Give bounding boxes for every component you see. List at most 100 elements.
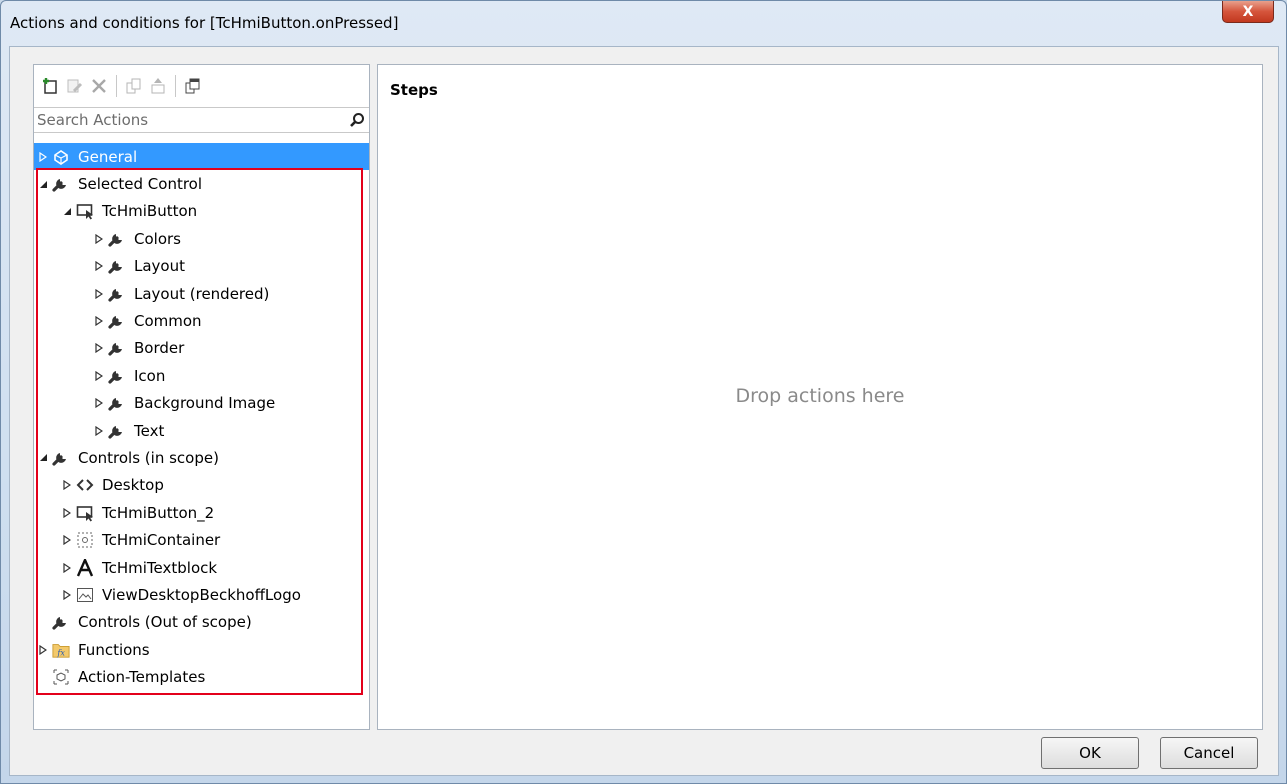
tree-node-label: General xyxy=(78,147,138,166)
tree-node[interactable]: Icon xyxy=(34,362,369,389)
tree-node-label: Desktop xyxy=(102,476,164,495)
tree-node[interactable]: Selected Control xyxy=(34,170,369,197)
collapse-arrow-icon[interactable] xyxy=(62,205,72,217)
toolbar-divider xyxy=(175,75,176,97)
tree-node[interactable]: Background Image xyxy=(34,390,369,417)
tree-node[interactable]: Desktop xyxy=(34,472,369,499)
expand-arrow-icon[interactable] xyxy=(94,288,104,300)
tree-node[interactable]: Action-Templates xyxy=(34,663,369,690)
expand-arrow-icon[interactable] xyxy=(94,260,104,272)
general-icon xyxy=(52,148,70,166)
collapse-arrow-icon[interactable] xyxy=(38,452,48,464)
expand-arrow-icon[interactable] xyxy=(38,151,48,163)
wrench-icon xyxy=(108,394,126,412)
window-title: Actions and conditions for [TcHmiButton.… xyxy=(10,14,399,32)
actions-panel: General Selected Control TcHmiButton Colors… xyxy=(33,64,370,730)
tree-node-label: Colors xyxy=(134,229,181,248)
tree-node[interactable]: ViewDesktopBeckhoffLogo xyxy=(34,581,369,608)
search-input[interactable] xyxy=(34,109,345,131)
tree-node[interactable]: Layout xyxy=(34,253,369,280)
toolbar-divider xyxy=(116,75,117,97)
move-icon[interactable] xyxy=(147,75,169,97)
tree-node[interactable]: TcHmiContainer xyxy=(34,526,369,553)
tree-node[interactable]: Colors xyxy=(34,225,369,252)
ok-button[interactable]: OK xyxy=(1041,737,1139,769)
title-bar[interactable]: Actions and conditions for [TcHmiButton.… xyxy=(1,1,1286,45)
expand-arrow-icon[interactable] xyxy=(94,425,104,437)
tree-node[interactable]: Controls (Out of scope) xyxy=(34,609,369,636)
add-icon[interactable] xyxy=(40,75,62,97)
expand-arrow-icon[interactable] xyxy=(94,342,104,354)
svg-text:fx: fx xyxy=(56,647,65,657)
expand-arrow-icon[interactable] xyxy=(38,644,48,656)
image-icon xyxy=(76,586,94,604)
wrench-icon xyxy=(108,422,126,440)
expand-arrow-icon[interactable] xyxy=(94,397,104,409)
tree-node-label: Background Image xyxy=(134,394,276,413)
wrench-icon xyxy=(52,449,70,467)
cancel-button[interactable]: Cancel xyxy=(1160,737,1258,769)
tree-node-label: Layout xyxy=(134,257,185,276)
tree-node-label: TcHmiContainer xyxy=(102,531,221,550)
expand-arrow-icon[interactable] xyxy=(62,534,72,546)
delete-icon[interactable] xyxy=(88,75,110,97)
tree-node-label: Common xyxy=(134,312,202,331)
collapse-arrow-icon[interactable] xyxy=(38,178,48,190)
close-button[interactable]: X xyxy=(1222,1,1274,23)
wrench-icon xyxy=(52,175,70,193)
expand-arrow-icon[interactable] xyxy=(62,589,72,601)
wrench-icon xyxy=(108,230,126,248)
edit-icon[interactable] xyxy=(64,75,86,97)
tree-node[interactable]: Text xyxy=(34,417,369,444)
tree-node[interactable]: Controls (in scope) xyxy=(34,444,369,471)
wrench-icon xyxy=(52,613,70,631)
duplicate-icon[interactable] xyxy=(182,75,204,97)
search-bar xyxy=(34,107,369,133)
steps-title: Steps xyxy=(390,81,438,99)
tree-node[interactable]: TcHmiTextblock xyxy=(34,554,369,581)
tree-node[interactable]: TcHmiButton_2 xyxy=(34,499,369,526)
expand-arrow-icon[interactable] xyxy=(94,370,104,382)
tree-node-label: Text xyxy=(134,421,165,440)
wrench-icon xyxy=(108,339,126,357)
tree-node-label: Icon xyxy=(134,366,166,385)
wrench-icon xyxy=(108,285,126,303)
tree-node[interactable]: fx Functions xyxy=(34,636,369,663)
tree-node-label: Layout (rendered) xyxy=(134,284,270,303)
wrench-icon xyxy=(108,257,126,275)
templates-icon xyxy=(52,668,70,686)
actions-toolbar xyxy=(34,65,369,107)
copy-icon[interactable] xyxy=(123,75,145,97)
expand-arrow-icon[interactable] xyxy=(62,507,72,519)
drop-hint: Drop actions here xyxy=(735,385,905,407)
tree-node[interactable]: Common xyxy=(34,307,369,334)
container-icon xyxy=(76,531,94,549)
button-control-icon xyxy=(76,504,94,522)
tree-node-label: ViewDesktopBeckhoffLogo xyxy=(102,585,301,604)
expand-arrow-icon[interactable] xyxy=(94,233,104,245)
tree-node-label: Action-Templates xyxy=(78,668,206,687)
tree-node-label: Border xyxy=(134,339,185,358)
steps-panel[interactable]: Steps Drop actions here xyxy=(377,64,1263,730)
dialog-window: Actions and conditions for [TcHmiButton.… xyxy=(0,0,1287,784)
tree-node-label: Controls (in scope) xyxy=(78,448,219,467)
expand-arrow-icon[interactable] xyxy=(62,479,72,491)
code-icon xyxy=(76,476,94,494)
tree-node[interactable]: Border xyxy=(34,335,369,362)
expand-arrow-icon[interactable] xyxy=(94,315,104,327)
search-icon[interactable] xyxy=(345,109,369,131)
wrench-icon xyxy=(108,312,126,330)
tree-node-label: Controls (Out of scope) xyxy=(78,613,252,632)
dialog-body: General Selected Control TcHmiButton Colors… xyxy=(9,46,1279,776)
button-control-icon xyxy=(76,202,94,220)
tree-node[interactable]: TcHmiButton xyxy=(34,198,369,225)
tree-node-label: TcHmiTextblock xyxy=(102,558,218,577)
textblock-icon xyxy=(76,558,94,577)
tree-node-label: Selected Control xyxy=(78,175,203,194)
tree-node[interactable]: General xyxy=(34,143,369,171)
actions-tree: General Selected Control TcHmiButton Colors… xyxy=(34,143,369,691)
tree-node[interactable]: Layout (rendered) xyxy=(34,280,369,307)
expand-arrow-icon[interactable] xyxy=(62,562,72,574)
